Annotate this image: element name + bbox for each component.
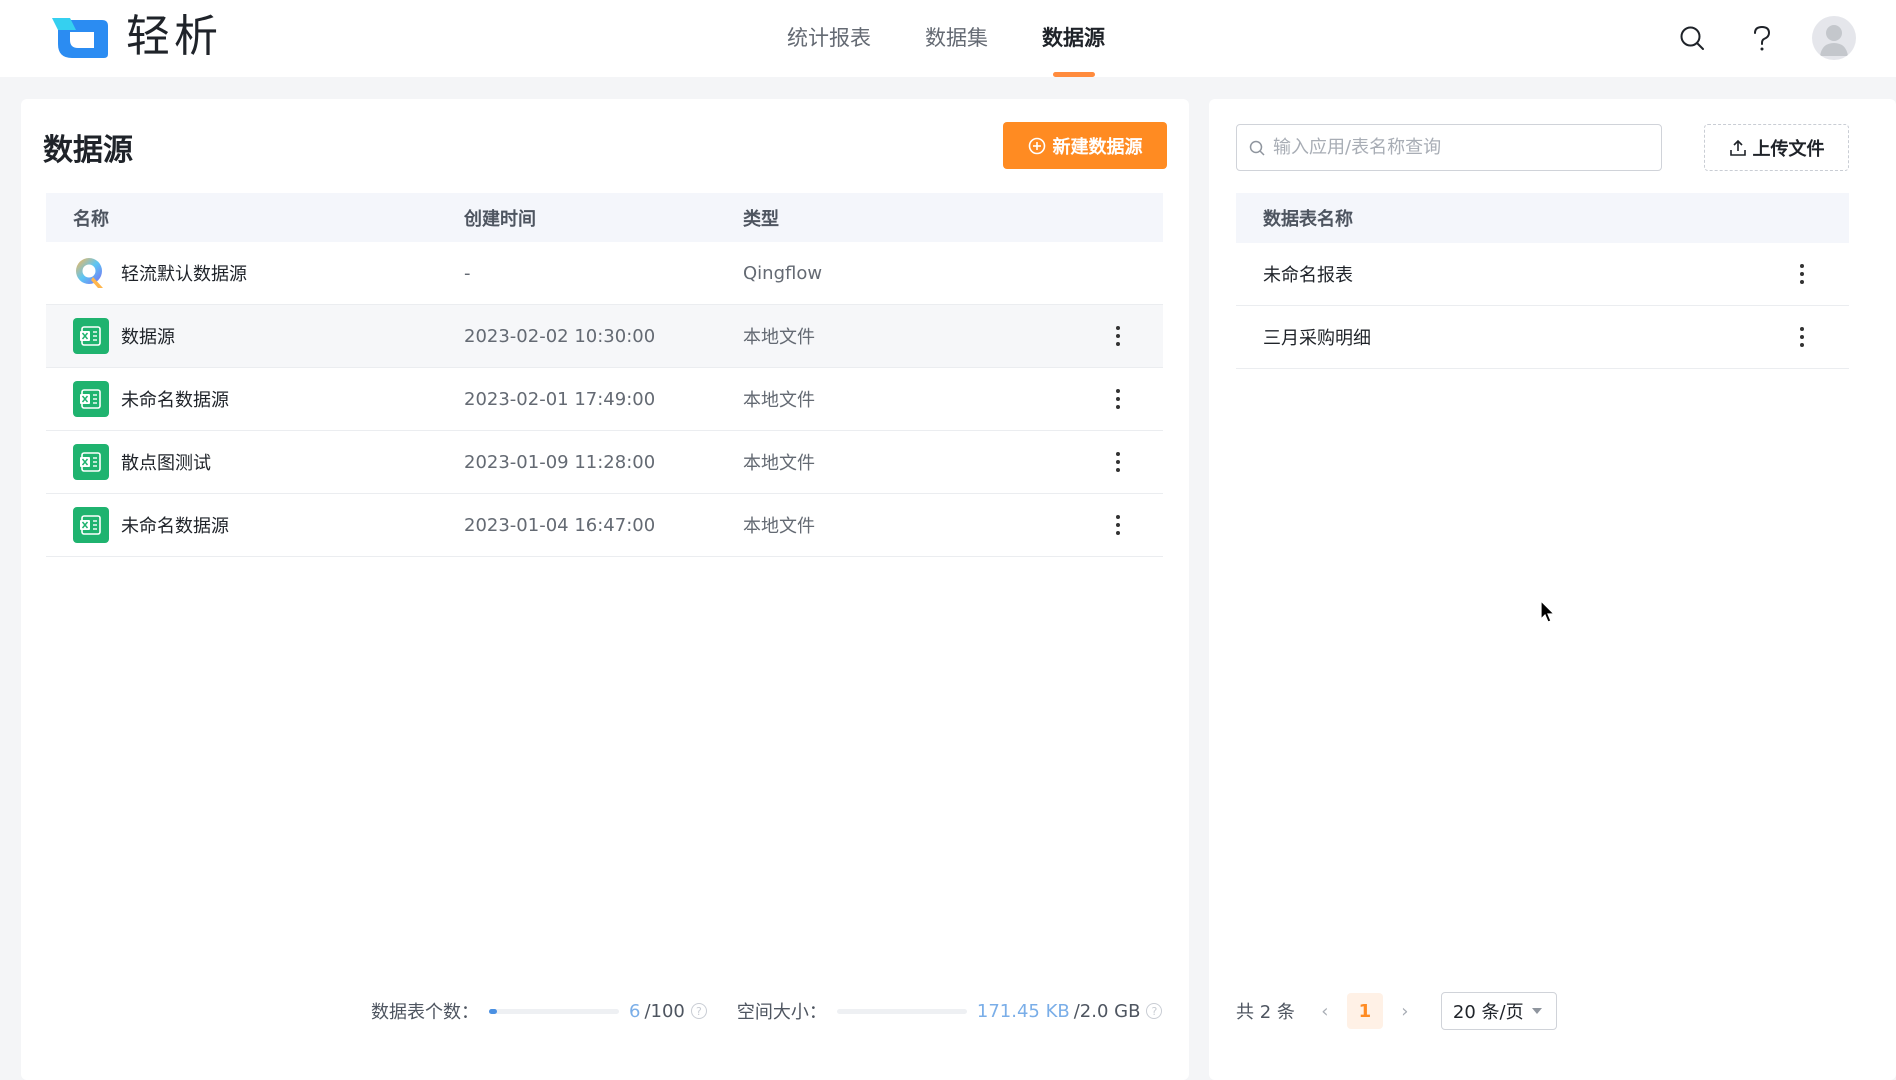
space-value: 171.45 KB <box>976 1000 1070 1022</box>
table-row[interactable]: 轻流默认数据源 - Qingflow <box>46 242 1163 305</box>
excel-icon <box>73 381 109 417</box>
page-size-value: 20 条/页 <box>1452 1002 1524 1023</box>
data-table-name: 未命名报表 <box>1263 265 1353 286</box>
next-page-icon[interactable]: › <box>1393 999 1417 1023</box>
datasource-type: Qingflow <box>743 262 823 284</box>
top-bar: 轻析 统计报表 数据集 数据源 <box>0 0 1896 77</box>
search-icon <box>1249 140 1265 156</box>
table-header: 名称 创建时间 类型 <box>46 193 1163 242</box>
more-options-icon[interactable] <box>1790 262 1814 286</box>
excel-icon <box>73 507 109 543</box>
nav-datasources[interactable]: 数据源 <box>1015 0 1132 77</box>
created-time: 2023-01-04 16:47:00 <box>464 514 656 536</box>
page-number[interactable]: 1 <box>1346 993 1383 1029</box>
table-row[interactable]: 未命名报表 <box>1236 243 1849 306</box>
table-row[interactable]: 未命名数据源 2023-01-04 16:47:00 本地文件 <box>46 494 1163 557</box>
excel-icon <box>73 318 109 354</box>
datasource-type: 本地文件 <box>743 390 815 411</box>
mouse-cursor-icon <box>1540 600 1556 623</box>
more-options-icon[interactable] <box>1790 325 1814 349</box>
datasource-name: 轻流默认数据源 <box>121 264 247 285</box>
data-table-panel: 上传文件 数据表名称 未命名报表 三月采购明细 共 2 条 ‹ 1 › 20 条… <box>1209 99 1896 1080</box>
new-datasource-button[interactable]: 新建数据源 <box>1003 122 1167 169</box>
more-options-icon[interactable] <box>1106 324 1130 348</box>
nav-statistics-reports[interactable]: 统计报表 <box>760 0 898 77</box>
table-count-max: /100 <box>644 1000 685 1022</box>
search-icon[interactable] <box>1676 22 1708 54</box>
table-row[interactable]: 三月采购明细 <box>1236 306 1849 369</box>
table-count-help-icon[interactable]: ? <box>690 1003 707 1019</box>
upload-file-button[interactable]: 上传文件 <box>1704 124 1849 171</box>
logo-text: 轻析 <box>126 11 222 62</box>
plus-circle-icon <box>1028 137 1045 154</box>
datasource-type: 本地文件 <box>743 453 815 474</box>
new-datasource-label: 新建数据源 <box>1052 136 1143 158</box>
excel-icon <box>73 444 109 480</box>
table-count-value: 6 <box>629 1000 641 1022</box>
datasource-panel: 数据源 新建数据源 名称 创建时间 类型 轻流默认数据源 - Qingflow <box>21 99 1189 1080</box>
datasource-name: 未命名数据源 <box>121 390 229 411</box>
column-name: 名称 <box>73 208 109 230</box>
table-row[interactable]: 数据源 2023-02-02 10:30:00 本地文件 <box>46 305 1163 368</box>
table-header: 数据表名称 <box>1236 193 1849 243</box>
space-progress <box>836 1008 967 1014</box>
page-title: 数据源 <box>43 133 133 168</box>
space-max: /2.0 GB <box>1073 1000 1141 1022</box>
pagination: 共 2 条 ‹ 1 › 20 条/页 <box>1236 992 1557 1030</box>
column-table-name: 数据表名称 <box>1263 209 1353 230</box>
search-box <box>1236 124 1662 171</box>
datasource-type: 本地文件 <box>743 516 815 537</box>
column-created-time: 创建时间 <box>464 208 536 230</box>
datasource-type: 本地文件 <box>743 327 815 348</box>
created-time: - <box>464 262 471 284</box>
upload-file-label: 上传文件 <box>1752 138 1825 160</box>
datasource-name: 数据源 <box>121 327 175 348</box>
app-logo[interactable]: 轻析 <box>50 14 222 60</box>
search-input[interactable] <box>1273 137 1633 158</box>
space-help-icon[interactable]: ? <box>1146 1003 1163 1019</box>
table-count-label: 数据表个数： <box>371 1002 479 1023</box>
table-row[interactable]: 散点图测试 2023-01-09 11:28:00 本地文件 <box>46 431 1163 494</box>
table-count-progress <box>489 1008 619 1014</box>
datasource-name: 散点图测试 <box>121 453 211 474</box>
more-options-icon[interactable] <box>1106 513 1130 537</box>
qingflow-icon <box>76 258 103 288</box>
more-options-icon[interactable] <box>1106 387 1130 411</box>
nav-datasets[interactable]: 数据集 <box>898 0 1015 77</box>
avatar[interactable] <box>1812 16 1856 60</box>
table-count-progress-fill <box>489 1008 497 1014</box>
main-nav: 统计报表 数据集 数据源 <box>760 0 1132 77</box>
caret-down-icon <box>1531 1008 1542 1014</box>
datasource-table: 名称 创建时间 类型 轻流默认数据源 - Qingflow 数据源 2023-0… <box>46 193 1163 557</box>
column-type: 类型 <box>743 208 779 230</box>
logo-mark-icon <box>50 14 112 60</box>
table-row[interactable]: 未命名数据源 2023-02-01 17:49:00 本地文件 <box>46 368 1163 431</box>
total-count: 共 2 条 <box>1236 1002 1295 1023</box>
created-time: 2023-01-09 11:28:00 <box>464 451 656 473</box>
data-table-list: 数据表名称 未命名报表 三月采购明细 <box>1236 193 1849 369</box>
help-icon[interactable] <box>1746 22 1778 54</box>
usage-stats: 数据表个数： 6 /100 ? 空间大小： 171.45 KB /2.0 GB … <box>371 998 1163 1024</box>
space-label: 空间大小： <box>736 1002 827 1023</box>
data-table-name: 三月采购明细 <box>1263 328 1371 349</box>
datasource-name: 未命名数据源 <box>121 516 229 537</box>
prev-page-icon[interactable]: ‹ <box>1313 999 1337 1023</box>
more-options-icon[interactable] <box>1106 450 1130 474</box>
created-time: 2023-02-01 17:49:00 <box>464 388 656 410</box>
created-time: 2023-02-02 10:30:00 <box>464 325 656 347</box>
upload-icon <box>1729 139 1746 156</box>
page-size-select[interactable]: 20 条/页 <box>1440 992 1557 1030</box>
